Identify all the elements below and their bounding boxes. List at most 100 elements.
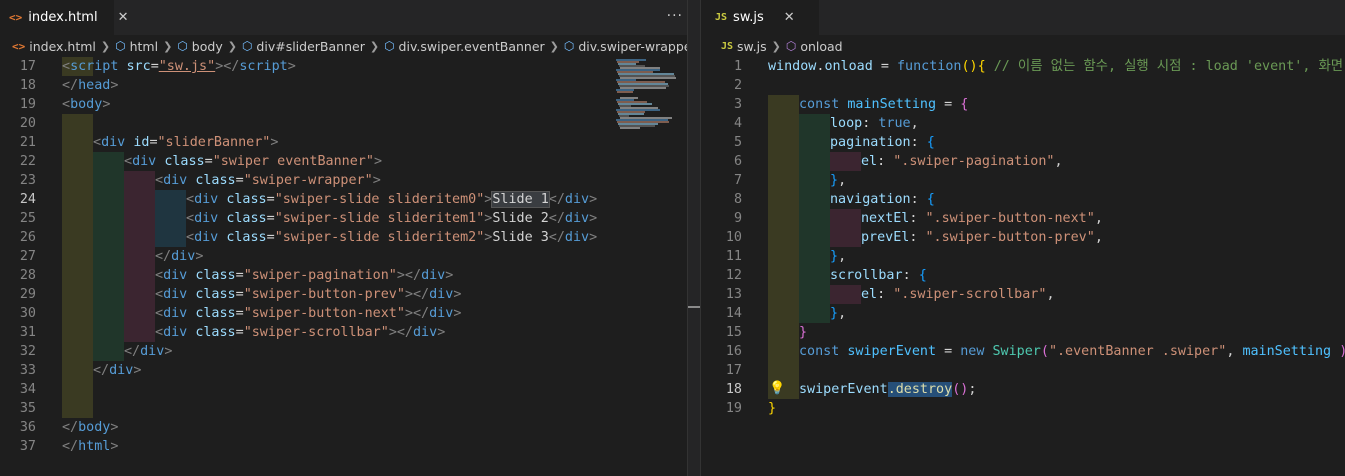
code-token: > bbox=[110, 420, 119, 435]
breadcrumb-swiper-wrapper[interactable]: ⬡ div.swiper-wrapper bbox=[564, 39, 687, 54]
tab-index-html[interactable]: <> index.html ✕ bbox=[0, 0, 128, 35]
code-line[interactable]: 36 </body> bbox=[0, 418, 687, 437]
code-line[interactable]: 6 el: ".swiper-pagination", bbox=[701, 152, 1345, 171]
code-line[interactable]: 10 prevEl: ".swiper-button-prev", bbox=[701, 228, 1345, 247]
code-line[interactable]: 15} bbox=[701, 323, 1345, 342]
code-line[interactable]: 33 </div> bbox=[0, 361, 687, 380]
code-line[interactable]: 35 bbox=[0, 399, 687, 418]
code-token: < bbox=[62, 97, 71, 112]
code-text: window.onload = function(){ // 이름 없는 함수,… bbox=[768, 57, 1343, 76]
line-number: 17 bbox=[19, 59, 36, 74]
code-token: </ bbox=[93, 363, 110, 378]
code-line[interactable]: 18 </head> bbox=[0, 76, 687, 95]
breadcrumb-onload[interactable]: ⬡ onload bbox=[786, 39, 843, 54]
code-line[interactable]: 11}, bbox=[701, 247, 1345, 266]
code-token: < bbox=[186, 211, 195, 226]
code-line[interactable]: 19} bbox=[701, 399, 1345, 418]
code-line[interactable]: 5 pagination: { bbox=[701, 133, 1345, 152]
code-line[interactable]: 8 navigation: { bbox=[701, 190, 1345, 209]
code-line[interactable]: 4 loop: true, bbox=[701, 114, 1345, 133]
code-token: ".swiper-pagination" bbox=[893, 154, 1055, 169]
indent-guide bbox=[155, 209, 186, 228]
breadcrumb-html[interactable]: ⬡ html bbox=[115, 39, 158, 54]
code-token: < bbox=[155, 287, 164, 302]
code-token: ".swiper-scrollbar" bbox=[893, 287, 1047, 302]
tab-sw-js[interactable]: JS sw.js ✕ bbox=[701, 0, 819, 35]
code-token: : bbox=[909, 211, 926, 226]
code-line[interactable]: 2 bbox=[701, 76, 1345, 95]
close-icon[interactable]: ✕ bbox=[118, 10, 129, 25]
indent-guide bbox=[799, 133, 830, 152]
lightbulb-icon[interactable]: 💡 bbox=[769, 379, 785, 398]
code-token: { bbox=[960, 97, 969, 112]
indent-guide bbox=[799, 285, 830, 304]
code-line[interactable]: 37 </html> bbox=[0, 437, 687, 456]
code-token: = bbox=[150, 59, 159, 74]
breadcrumb-file[interactable]: JS sw.js bbox=[721, 39, 767, 54]
breadcrumb-file[interactable]: <> index.html bbox=[12, 39, 96, 54]
code-line[interactable]: 29 <div class="swiper-button-prev"></div> bbox=[0, 285, 687, 304]
code-line[interactable]: 14}, bbox=[701, 304, 1345, 323]
code-token: </ bbox=[548, 192, 565, 207]
breadcrumb-body[interactable]: ⬡ body bbox=[177, 39, 222, 54]
code-token: < bbox=[186, 230, 195, 245]
code-editor[interactable]: 17 <script src="sw.js"></script> 18 </head>… bbox=[0, 57, 687, 476]
close-icon[interactable]: ✕ bbox=[784, 10, 795, 25]
code-token: : bbox=[909, 230, 926, 245]
code-line[interactable]: 21 <div id="sliderBanner"> bbox=[0, 133, 687, 152]
more-actions-icon[interactable]: ··· bbox=[667, 8, 683, 24]
code-line[interactable]: 30 <div class="swiper-button-next"></div> bbox=[0, 304, 687, 323]
code-token: > bbox=[445, 268, 454, 283]
code-line[interactable]: 31 <div class="swiper-scrollbar"></div> bbox=[0, 323, 687, 342]
code-line[interactable]: 16 const swiperEvent = new Swiper(".event… bbox=[701, 342, 1345, 361]
code-line[interactable]: 17 bbox=[701, 361, 1345, 380]
code-line[interactable]: 22 <div class="swiper eventBanner"> bbox=[0, 152, 687, 171]
code-line[interactable]: 3 const mainSetting = { bbox=[701, 95, 1345, 114]
code-text: swiperEvent.destroy(); bbox=[799, 380, 976, 399]
split-divider[interactable] bbox=[687, 0, 701, 476]
code-token: > bbox=[195, 249, 204, 264]
code-text: const swiperEvent = new Swiper(".eventBa… bbox=[799, 342, 1345, 361]
code-line[interactable]: 26 <div class="swiper-slide slideritem2">… bbox=[0, 228, 687, 247]
minimap[interactable] bbox=[614, 57, 687, 476]
indent-guide bbox=[830, 228, 861, 247]
code-token: = bbox=[235, 287, 244, 302]
indent-guide bbox=[62, 399, 93, 418]
line-number: 21 bbox=[19, 135, 36, 150]
scrollbar-thumb[interactable] bbox=[688, 306, 700, 308]
code-token: "swiper-slide slideritem2" bbox=[274, 230, 485, 245]
code-token: ".swiper-button-next" bbox=[925, 211, 1095, 226]
code-text: <div class="swiper-pagination"></div> bbox=[155, 266, 453, 285]
code-line[interactable]: 25 <div class="swiper-slide slideritem1">… bbox=[0, 209, 687, 228]
code-token: ".swiper-button-prev" bbox=[925, 230, 1095, 245]
code-text: pagination: { bbox=[830, 133, 935, 152]
code-line[interactable]: 1 window.onload = function(){ // 이름 없는 함수… bbox=[701, 57, 1345, 76]
indent-guide bbox=[768, 133, 799, 152]
code-token: } bbox=[799, 325, 808, 340]
breadcrumb-sliderbanner[interactable]: ⬡ div#sliderBanner bbox=[242, 39, 365, 54]
code-line[interactable]: 13 el: ".swiper-scrollbar", bbox=[701, 285, 1345, 304]
line-number: 22 bbox=[19, 154, 36, 169]
code-line[interactable]: 12 scrollbar: { bbox=[701, 266, 1345, 285]
code-line[interactable]: 7}, bbox=[701, 171, 1345, 190]
code-token: true bbox=[878, 116, 911, 131]
line-number: 31 bbox=[19, 325, 36, 340]
code-line[interactable]: 28 <div class="swiper-pagination"></div> bbox=[0, 266, 687, 285]
code-token: > bbox=[453, 306, 462, 321]
line-number: 20 bbox=[19, 116, 36, 131]
code-line[interactable]: 9 nextEl: ".swiper-button-next", bbox=[701, 209, 1345, 228]
code-line[interactable]: 17 <script src="sw.js"></script> bbox=[0, 57, 687, 76]
code-line[interactable]: 20 bbox=[0, 114, 687, 133]
tab-bar: JS sw.js ✕ bbox=[701, 0, 1345, 35]
code-line[interactable]: 19 <body> bbox=[0, 95, 687, 114]
code-line[interactable]: 32 </div> bbox=[0, 342, 687, 361]
code-line[interactable]: 27 </div> bbox=[0, 247, 687, 266]
code-editor[interactable]: 1 window.onload = function(){ // 이름 없는 함수… bbox=[701, 57, 1345, 476]
code-line[interactable]: 23 <div class="swiper-wrapper"> bbox=[0, 171, 687, 190]
code-token: } bbox=[830, 249, 839, 264]
code-line[interactable]: 34 bbox=[0, 380, 687, 399]
code-token: id bbox=[133, 135, 150, 150]
breadcrumb-eventbanner[interactable]: ⬡ div.swiper.eventBanner bbox=[384, 39, 545, 54]
code-line[interactable]: 24 <div class="swiper-slide slideritem0">… bbox=[0, 190, 687, 209]
code-line[interactable]: 18 swiperEvent.destroy(); 💡 bbox=[701, 380, 1345, 399]
